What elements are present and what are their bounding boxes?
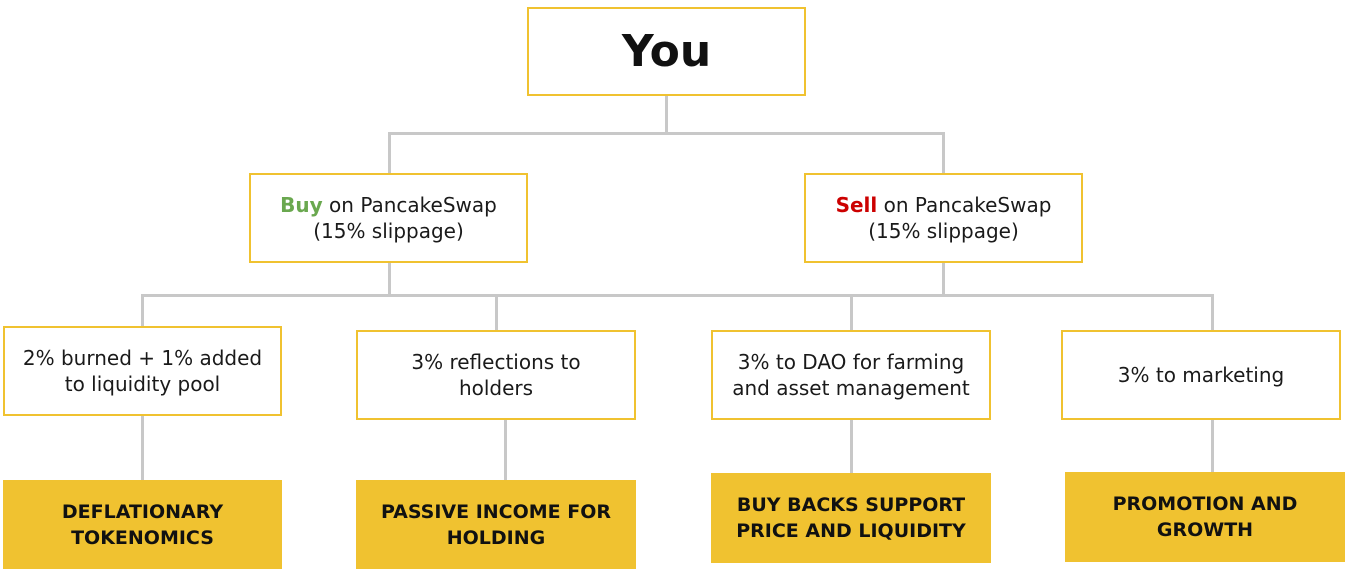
sell-rest: on PancakeSwap [877,193,1052,217]
buy-detail: (15% slippage) [313,219,464,243]
allocation-2-line1: 3% reflections to [411,350,581,374]
allocation-3-line2: and asset management [732,376,970,400]
connector-to-allocation-4 [1211,294,1214,331]
outcome-3-line2: PRICE AND LIQUIDITY [736,520,966,542]
outcome-1-line2: TOKENOMICS [71,526,214,549]
connector-to-sell [942,132,945,174]
outcome-node-3: BUY BACKS SUPPORT PRICE AND LIQUIDITY [711,473,991,563]
root-node: You [527,7,806,96]
allocation-node-3: 3% to DAO for farming and asset manageme… [711,330,991,420]
buy-keyword: Buy [280,193,323,217]
outcome-3-line1: BUY BACKS SUPPORT [736,494,966,516]
outcome-2-line2: HOLDING [446,526,546,549]
connector-allocation-4-to-outcome [1211,418,1214,474]
outcome-2-line1: PASSIVE INCOME FOR [380,500,612,523]
connector-to-allocation-3 [850,294,853,331]
sell-detail: (15% slippage) [868,219,1019,243]
outcome-node-1: DEFLATIONARY TOKENOMICS [3,480,282,569]
connector-root-horizontal [388,132,945,135]
connector-allocation-2-to-outcome [504,418,507,480]
outcome-1-line1: DEFLATIONARY [61,500,224,523]
root-label: You [621,25,712,77]
allocation-node-2: 3% reflections to holders [356,330,636,420]
allocation-node-1: 2% burned + 1% added to liquidity pool [3,326,282,416]
allocation-4-line1: 3% to marketing [1117,363,1285,387]
connector-level2-horizontal [141,294,1214,297]
connector-buy-down [388,262,391,296]
outcome-4-line2: GROWTH [1156,519,1254,541]
connector-allocation-3-to-outcome [850,418,853,474]
allocation-1-line2: to liquidity pool [64,372,221,396]
buy-rest: on PancakeSwap [322,193,497,217]
connector-to-allocation-1 [141,294,144,327]
connector-root-down [665,96,668,134]
connector-to-buy [388,132,391,174]
allocation-1-line1: 2% burned + 1% added [22,346,263,370]
sell-node: Sell on PancakeSwap (15% slippage) [804,173,1083,263]
outcome-4-line1: PROMOTION AND [1112,493,1298,515]
allocation-3-line1: 3% to DAO for farming [737,350,965,374]
sell-keyword: Sell [835,193,878,217]
buy-node: Buy on PancakeSwap (15% slippage) [249,173,528,263]
connector-allocation-1-to-outcome [141,415,144,480]
connector-sell-down [942,262,945,296]
connector-to-allocation-2 [495,294,498,331]
outcome-node-4: PROMOTION AND GROWTH [1065,472,1345,562]
allocation-2-line2: holders [458,376,534,400]
outcome-node-2: PASSIVE INCOME FOR HOLDING [356,480,636,569]
allocation-node-4: 3% to marketing [1061,330,1341,420]
